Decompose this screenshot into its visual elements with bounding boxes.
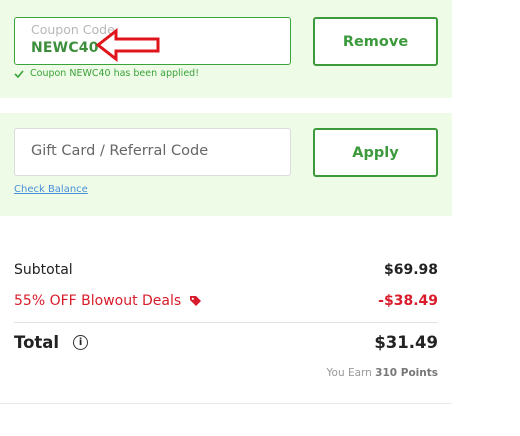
total-row: Total i $31.49 <box>14 333 438 352</box>
coupon-applied-message: Coupon NEWC40 has been applied! <box>14 68 199 79</box>
total-label-group: Total i <box>14 333 89 352</box>
remove-coupon-button[interactable]: Remove <box>313 17 438 66</box>
discount-row: 55% OFF Blowout Deals -$38.49 <box>14 293 438 309</box>
apply-button[interactable]: Apply <box>313 128 438 177</box>
subtotal-row: Subtotal $69.98 <box>14 262 438 278</box>
red-arrow-icon <box>96 28 160 62</box>
gift-card-input[interactable]: Gift Card / Referral Code <box>14 128 291 176</box>
discount-label: 55% OFF Blowout Deals <box>14 293 182 309</box>
discount-value: -$38.49 <box>378 293 438 309</box>
discount-label-group: 55% OFF Blowout Deals <box>14 293 202 309</box>
coupon-code-value: NEWC40 <box>31 40 99 56</box>
summary-divider <box>14 322 438 323</box>
subtotal-label: Subtotal <box>14 262 73 278</box>
gift-card-placeholder: Gift Card / Referral Code <box>31 143 209 159</box>
total-label: Total <box>14 333 60 352</box>
bottom-divider <box>0 403 452 404</box>
total-value: $31.49 <box>374 333 438 352</box>
check-icon <box>14 69 24 78</box>
earn-points: 310 Points <box>375 367 438 379</box>
earn-prefix: You Earn <box>326 367 372 379</box>
reward-points-text: You Earn 310 Points <box>327 367 438 379</box>
coupon-applied-text: Coupon NEWC40 has been applied! <box>30 68 200 79</box>
tag-icon <box>190 295 202 306</box>
check-balance-link[interactable]: Check Balance <box>14 184 88 195</box>
subtotal-value: $69.98 <box>383 262 438 278</box>
info-icon[interactable]: i <box>73 335 89 350</box>
